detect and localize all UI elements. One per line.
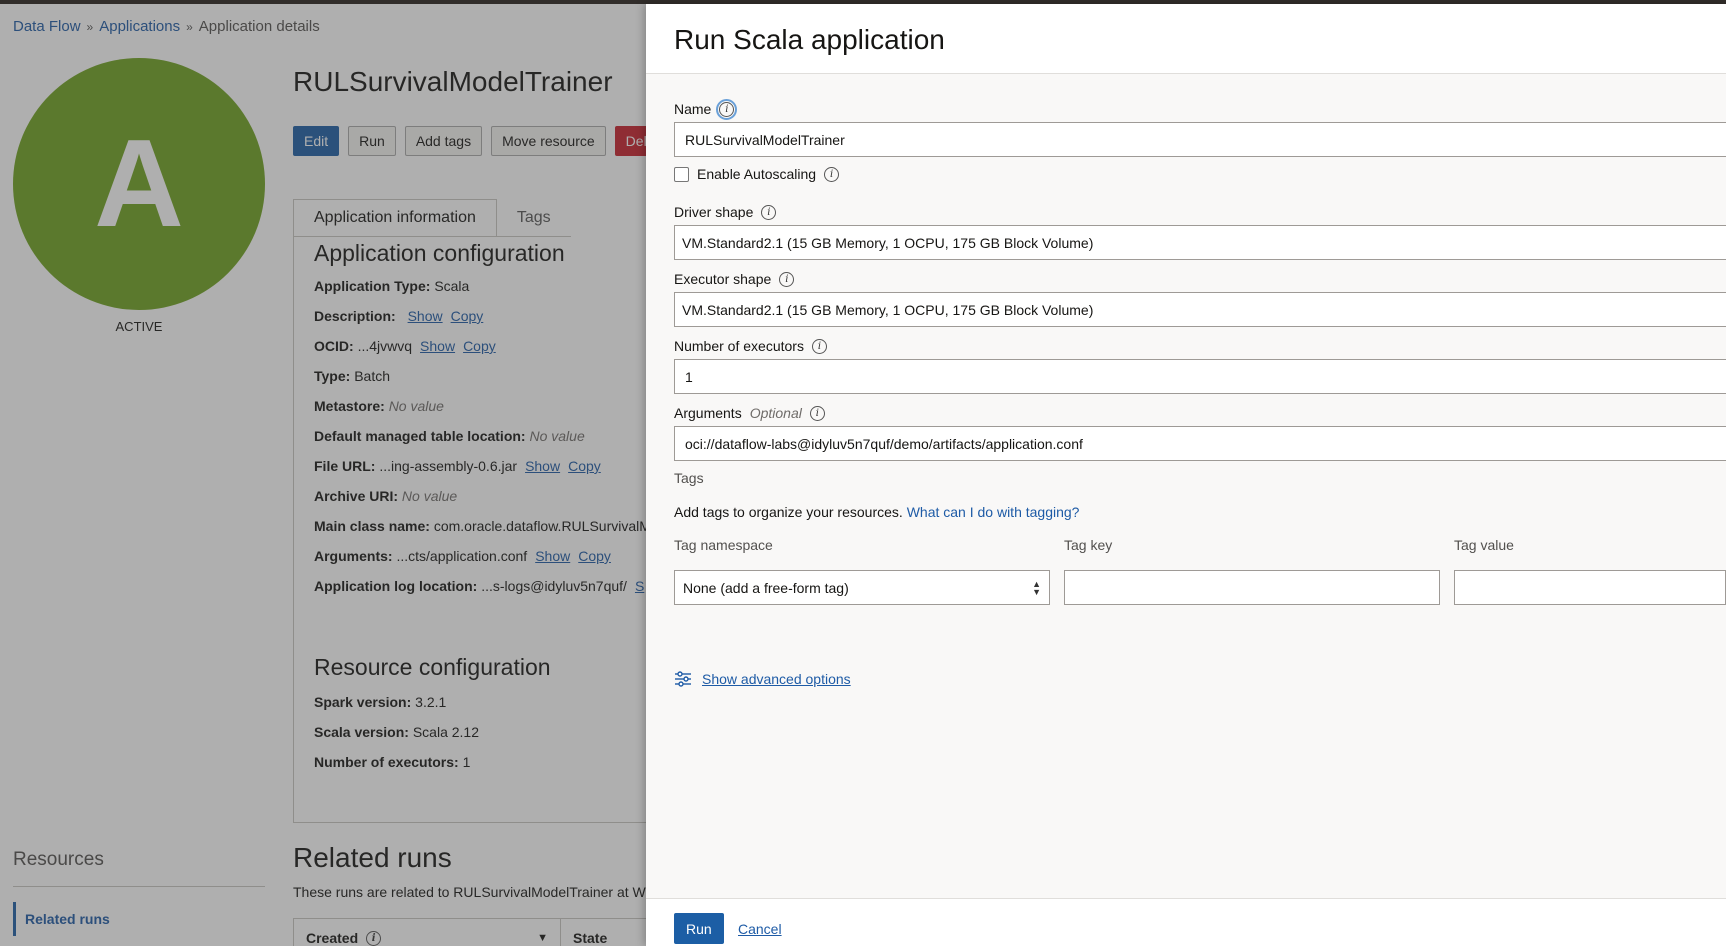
arguments-label-text: Arguments [674,405,742,421]
executors-label: Number of executors i [674,338,827,354]
driver-shape-select[interactable]: VM.Standard2.1 (15 GB Memory, 1 OCPU, 17… [674,225,1726,260]
tag-value-input[interactable] [1454,570,1726,605]
driver-shape-value: VM.Standard2.1 (15 GB Memory, 1 OCPU, 17… [682,234,1094,251]
arguments-input[interactable]: oci://dataflow-labs@idyluv5n7quf/demo/ar… [674,426,1726,461]
drawer-body: Name i RULSurvivalModelTrainer Enable Aut… [646,74,1726,898]
tagging-help-link[interactable]: What can I do with tagging? [907,504,1080,520]
executors-label-text: Number of executors [674,338,804,354]
executor-shape-select[interactable]: VM.Standard2.1 (15 GB Memory, 1 OCPU, 17… [674,292,1726,327]
info-icon[interactable]: i [824,166,840,182]
info-icon[interactable]: i [779,271,795,287]
driver-shape-label: Driver shape i [674,204,777,220]
run-application-drawer: Run Scala application Name i RULSurvivalM… [646,4,1726,946]
autoscaling-checkbox[interactable] [674,166,689,182]
info-icon[interactable]: i [811,338,827,354]
executor-shape-value: VM.Standard2.1 (15 GB Memory, 1 OCPU, 17… [682,301,1094,318]
name-label-text: Name [674,101,712,117]
arguments-input-value: oci://dataflow-labs@idyluv5n7quf/demo/ar… [685,435,1083,452]
autoscaling-row: Enable Autoscaling i [674,166,840,182]
drawer-title: Run Scala application [674,24,945,55]
run-submit-button[interactable]: Run [674,913,724,944]
info-icon[interactable]: i [809,405,825,421]
autoscaling-label: Enable Autoscaling [697,166,817,182]
drawer-header: Run Scala application [646,4,1726,74]
modal-overlay[interactable] [0,4,646,946]
select-arrows-icon: ▲ ▼ [1032,578,1041,597]
executors-input[interactable]: 1 [674,359,1726,394]
tag-namespace-select[interactable]: None (add a free-form tag) ▲ ▼ [674,570,1050,605]
tags-description: Add tags to organize your resources. Wha… [674,504,1079,520]
sliders-icon [675,671,691,687]
info-icon[interactable]: i [716,98,738,120]
driver-shape-label-text: Driver shape [674,204,754,220]
name-input[interactable]: RULSurvivalModelTrainer [674,122,1726,157]
arguments-label: Arguments Optional i [674,405,825,421]
show-advanced-options-label: Show advanced options [702,671,851,687]
tag-key-input[interactable] [1064,570,1440,605]
optional-label: Optional [749,405,802,421]
drawer-footer: Run Cancel [646,898,1726,946]
show-advanced-options[interactable]: Show advanced options [674,670,851,688]
tags-description-text: Add tags to organize your resources. [674,504,903,520]
name-label: Name i [674,98,738,120]
executor-shape-label-text: Executor shape [674,271,772,287]
name-input-value: RULSurvivalModelTrainer [685,131,845,148]
tags-heading: Tags [674,470,704,486]
tag-value-label: Tag value [1454,537,1514,553]
executor-shape-label: Executor shape i [674,271,795,287]
executors-input-value: 1 [685,368,693,385]
tag-namespace-value: None (add a free-form tag) [683,579,849,596]
info-icon[interactable]: i [761,204,777,220]
tag-key-label: Tag key [1064,537,1113,553]
cancel-link[interactable]: Cancel [738,921,782,937]
tag-namespace-label: Tag namespace [674,537,773,553]
